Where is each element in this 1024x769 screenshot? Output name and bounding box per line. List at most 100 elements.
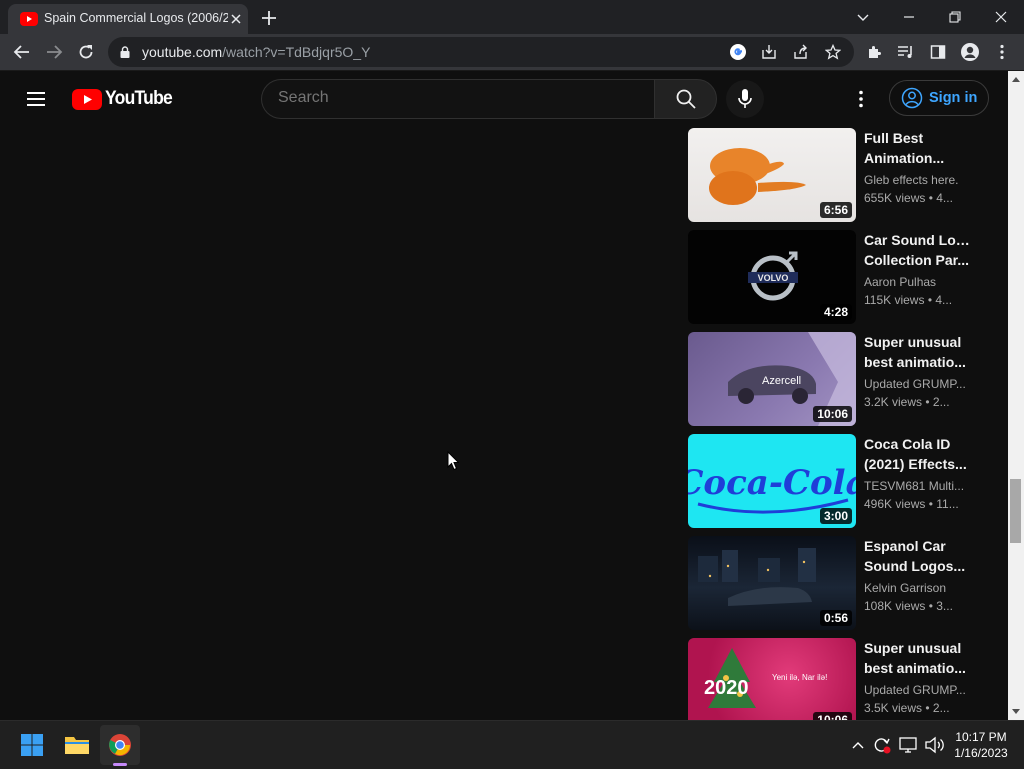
browser-tab[interactable]: Spain Commercial Logos (2006/2	[8, 4, 248, 34]
video-title-line: Animation...	[864, 150, 945, 166]
year-2020-text: 2020	[704, 677, 749, 699]
chrome-taskbar-icon[interactable]	[100, 725, 140, 765]
video-views: 108K views	[864, 599, 926, 613]
video-item[interactable]: Coca-Cola 3:00 Coca Cola ID (2021) Effec…	[688, 434, 988, 528]
page-scrollbar[interactable]	[1008, 71, 1024, 720]
video-duration: 10:06	[813, 406, 852, 422]
reload-icon[interactable]	[74, 40, 98, 64]
tab-close-icon[interactable]	[227, 10, 245, 28]
windows-start-icon[interactable]	[12, 725, 52, 765]
scroll-up-arrow-icon[interactable]	[1008, 71, 1024, 87]
video-thumbnail[interactable]: 6:56	[688, 128, 856, 222]
video-metadata: 108K views • 3...	[864, 599, 953, 613]
media-queue-icon[interactable]	[894, 40, 918, 64]
video-thumbnail[interactable]: 0:56	[688, 536, 856, 630]
video-title-line: best animatio...	[864, 660, 966, 676]
video-thumbnail[interactable]: VOLVO 4:28	[688, 230, 856, 324]
video-duration: 3:00	[819, 508, 852, 524]
video-title-line: Espanol Car	[864, 538, 946, 554]
video-thumbnail[interactable]: Coca-Cola 3:00	[688, 434, 856, 528]
voice-search-button[interactable]	[726, 80, 764, 118]
video-channel[interactable]: TESVM681 Multi...	[864, 479, 968, 493]
settings-more-icon[interactable]	[850, 86, 872, 112]
video-thumbnail[interactable]: 2020 Yeni ilə, Nar ilə! 10:06	[688, 638, 856, 720]
network-icon[interactable]	[898, 735, 918, 755]
address-bar[interactable]: youtube.com/watch?v=TdBdjqr5O_Y	[108, 37, 854, 67]
video-channel[interactable]: Kelvin Garrison	[864, 581, 968, 595]
google-lens-icon[interactable]	[728, 42, 748, 62]
profile-avatar-icon[interactable]	[958, 40, 982, 64]
url-path: /watch?v=TdBdjqr5O_Y	[222, 44, 371, 60]
system-clock[interactable]: 10:17 PM 1/16/2023	[944, 729, 1018, 761]
video-item[interactable]: Azercell 10:06 Super unusual best animat…	[688, 332, 988, 426]
video-title[interactable]: Coca Cola ID (2021) Effects...	[864, 434, 972, 474]
video-title[interactable]: Full Best Animation...	[864, 128, 972, 168]
video-age: 11...	[936, 497, 959, 511]
sync-status-icon[interactable]	[872, 735, 892, 755]
greeting-text: Yeni ilə, Nar ilə!	[772, 673, 827, 682]
hamburger-menu-icon[interactable]	[24, 88, 48, 110]
video-views: 496K views	[864, 497, 926, 511]
side-panel-icon[interactable]	[926, 40, 950, 64]
youtube-logo[interactable]: YouTube	[72, 88, 178, 110]
forward-icon[interactable]	[42, 40, 66, 64]
video-duration: 4:28	[819, 304, 852, 320]
video-channel[interactable]: Aaron Pulhas	[864, 275, 968, 289]
video-channel[interactable]: Gleb effects here.	[864, 173, 968, 187]
video-title-line: best animatio...	[864, 354, 966, 370]
install-app-icon[interactable]	[759, 42, 779, 62]
video-thumbnail[interactable]: Azercell 10:06	[688, 332, 856, 426]
video-item[interactable]: 2020 Yeni ilə, Nar ilə! 10:06 Super unus…	[688, 638, 988, 720]
video-views: 3.5K views	[864, 701, 923, 715]
search-box[interactable]	[261, 79, 655, 119]
share-icon[interactable]	[791, 42, 811, 62]
video-item[interactable]: 6:56 Full Best Animation... Gleb effects…	[688, 128, 988, 222]
search-button[interactable]	[654, 79, 717, 119]
account-circle-icon	[901, 87, 923, 109]
new-tab-icon[interactable]	[258, 7, 280, 29]
show-hidden-icons-icon[interactable]	[848, 735, 868, 755]
video-title-line: Collection Par...	[864, 252, 970, 268]
video-title[interactable]: Super unusual best animatio...	[864, 638, 972, 678]
video-title-line: Super unusual	[864, 640, 962, 656]
browser-toolbar: youtube.com/watch?v=TdBdjqr5O_Y	[0, 34, 1024, 71]
video-age: 2...	[932, 701, 950, 715]
video-title[interactable]: Super unusual best animatio...	[864, 332, 972, 372]
scroll-down-arrow-icon[interactable]	[1008, 704, 1024, 720]
search-icon	[675, 88, 697, 110]
video-title-line: Super unusual	[864, 334, 962, 350]
back-icon[interactable]	[10, 40, 34, 64]
search-input[interactable]	[278, 89, 638, 107]
volume-icon[interactable]	[924, 735, 944, 755]
youtube-favicon-icon	[20, 12, 38, 26]
video-title[interactable]: Espanol Car Sound Logos...	[864, 536, 972, 576]
close-window-icon[interactable]	[978, 0, 1024, 34]
video-duration: 10:06	[813, 712, 852, 720]
restore-icon[interactable]	[932, 0, 978, 34]
scrollbar-thumb[interactable]	[1010, 479, 1021, 543]
video-channel[interactable]: Updated GRUMP...	[864, 683, 968, 697]
lock-icon[interactable]	[120, 46, 130, 58]
video-channel[interactable]: Updated GRUMP...	[864, 377, 968, 391]
browser-menu-icon[interactable]	[990, 40, 1014, 64]
coca-cola-logo-text: Coca-Cola	[688, 463, 856, 503]
video-item[interactable]: 0:56 Espanol Car Sound Logos... Kelvin G…	[688, 536, 988, 630]
minimize-icon[interactable]	[886, 0, 932, 34]
extensions-icon[interactable]	[862, 40, 886, 64]
youtube-masthead: YouTube Sign in	[0, 71, 1008, 127]
volvo-logo-text: VOLVO	[758, 273, 789, 283]
video-title[interactable]: Car Sound Logo Collection Par...	[864, 230, 972, 270]
tab-search-icon[interactable]	[840, 0, 886, 34]
active-app-indicator	[113, 763, 127, 766]
video-title-line: (2021) Effects...	[864, 456, 967, 472]
bookmark-star-icon[interactable]	[823, 42, 843, 62]
video-duration: 6:56	[819, 202, 852, 218]
file-explorer-icon[interactable]	[57, 725, 97, 765]
video-age: 2...	[932, 395, 950, 409]
windows-taskbar: 10:17 PM 1/16/2023	[0, 720, 1024, 769]
video-metadata: 496K views • 11...	[864, 497, 959, 511]
video-age: 4...	[935, 293, 953, 307]
url-text[interactable]: youtube.com/watch?v=TdBdjqr5O_Y	[142, 44, 370, 60]
sign-in-button[interactable]: Sign in	[889, 80, 989, 116]
video-item[interactable]: VOLVO 4:28 Car Sound Logo Collection Par…	[688, 230, 988, 324]
